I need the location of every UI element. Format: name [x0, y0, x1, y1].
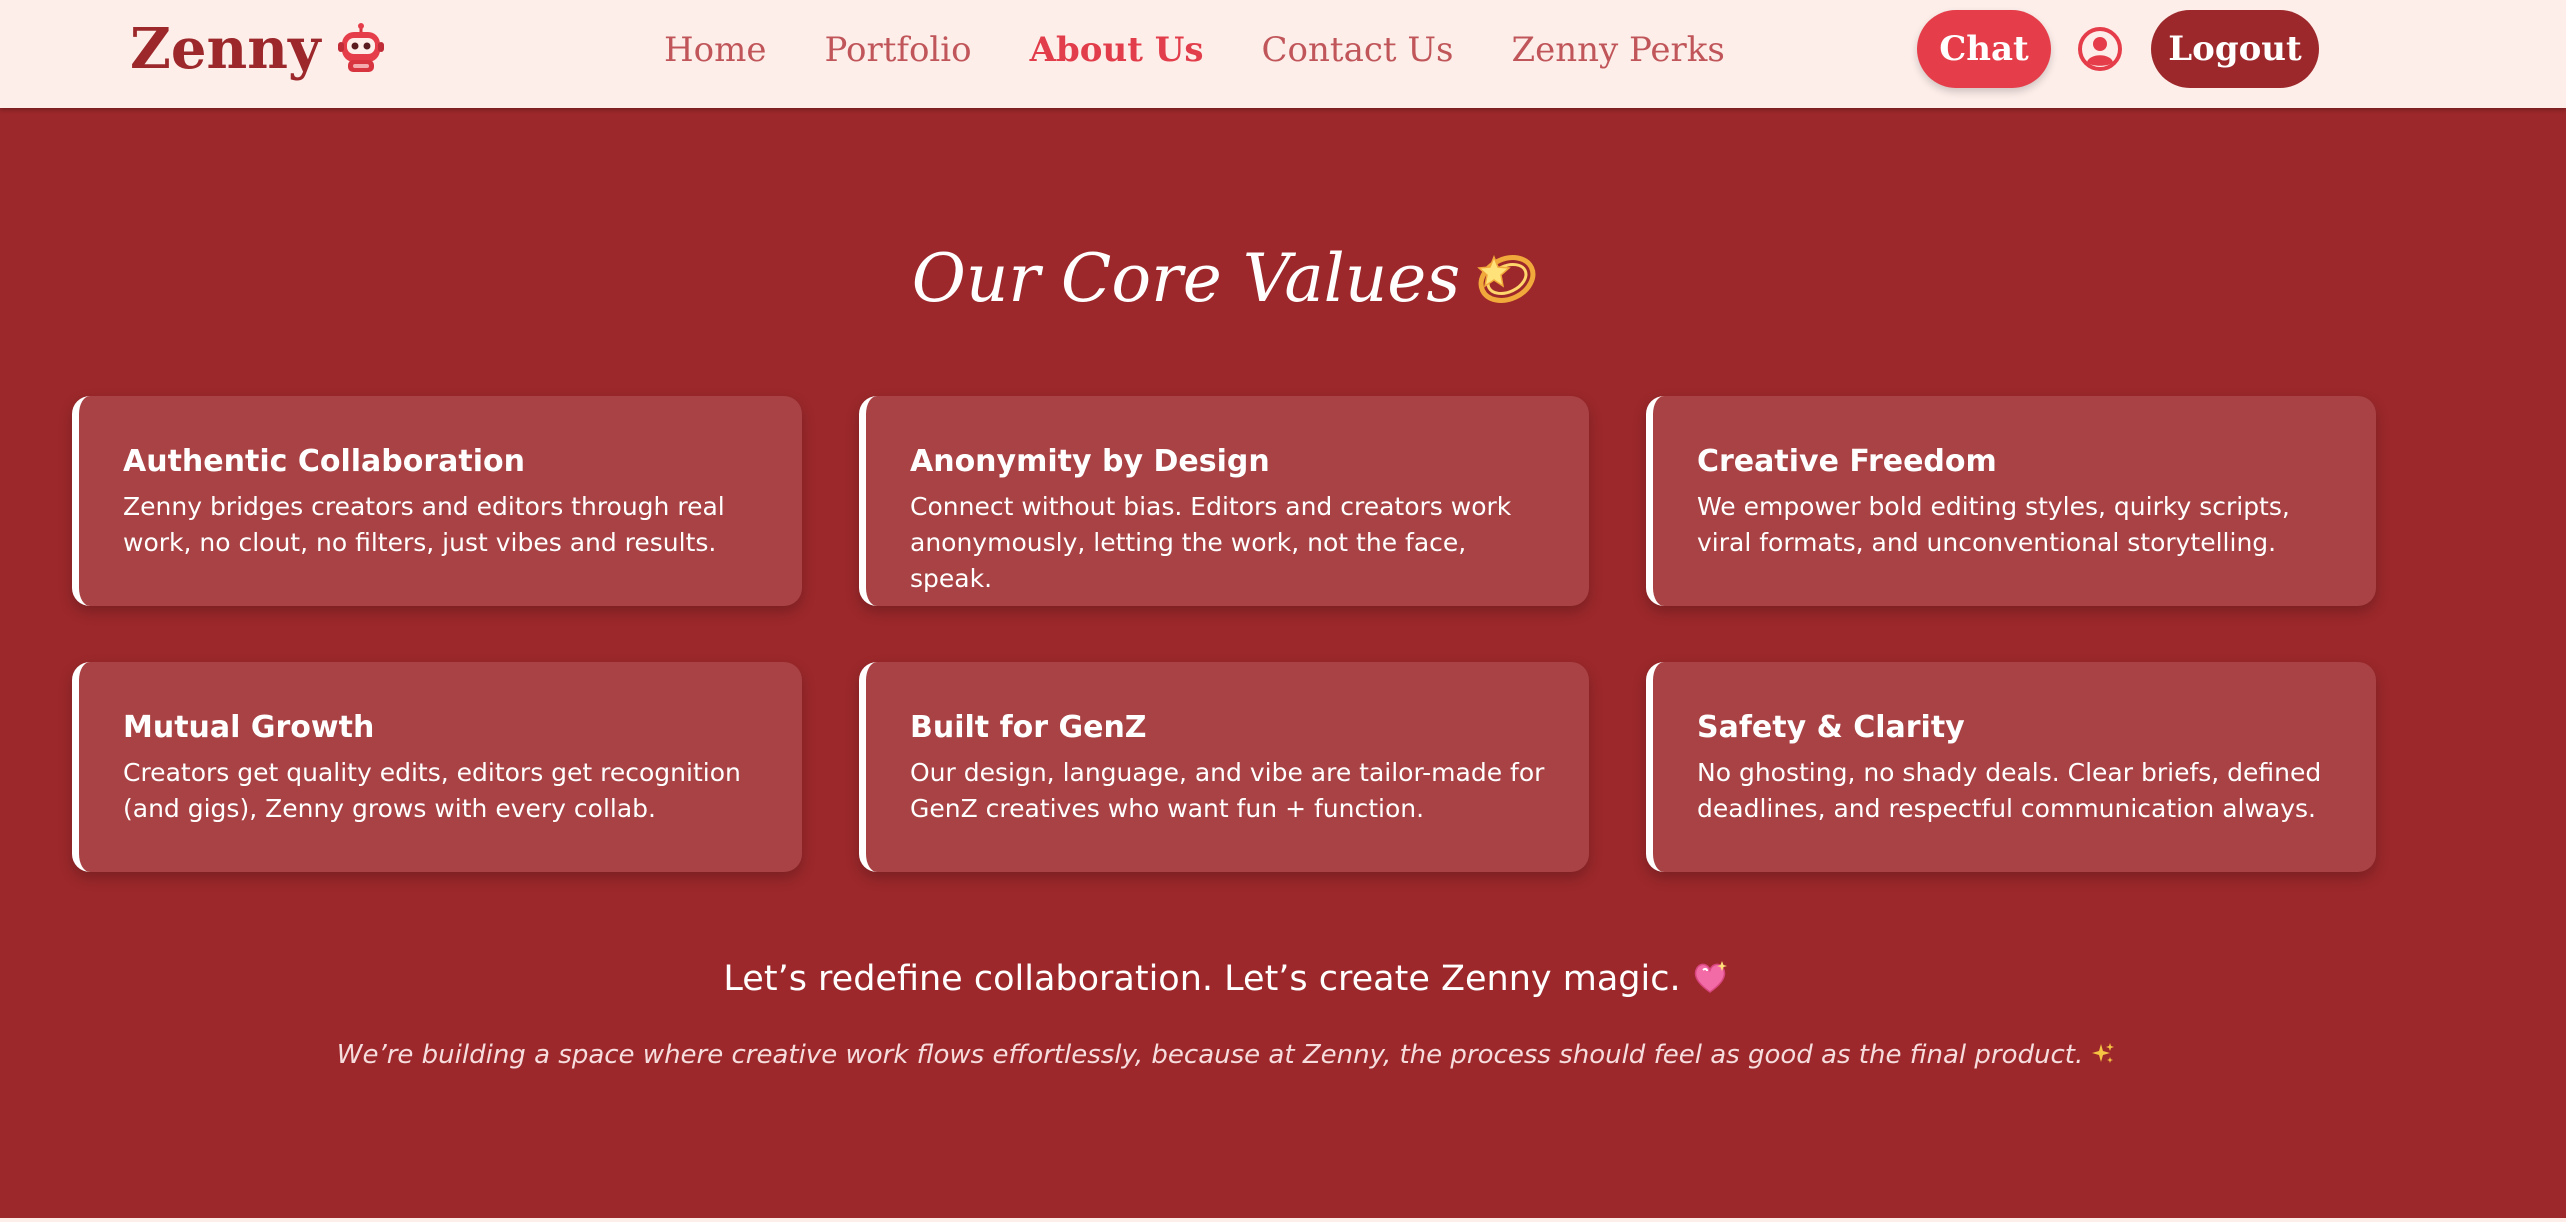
value-card-safety-clarity: Safety & Clarity No ghosting, no shady d… — [1646, 662, 2376, 872]
footer-edge — [0, 1218, 2566, 1222]
card-title: Anonymity by Design — [910, 444, 1270, 479]
value-card-built-for-genz: Built for GenZ Our design, language, and… — [859, 662, 1589, 872]
sparkling-heart-icon — [1691, 958, 1729, 996]
value-card-mutual-growth: Mutual Growth Creators get quality edits… — [72, 662, 802, 872]
card-title: Creative Freedom — [1697, 444, 1997, 479]
card-title: Authentic Collaboration — [123, 444, 525, 479]
card-title: Safety & Clarity — [1697, 710, 1965, 745]
section-title-text: Our Core Values — [911, 240, 1461, 317]
nav-home[interactable]: Home — [664, 30, 766, 70]
card-text: Creators get quality edits, editors get … — [123, 758, 741, 823]
value-card-anonymity-by-design: Anonymity by Design Connect without bias… — [859, 396, 1589, 606]
card-text: Zenny bridges creators and editors throu… — [123, 492, 725, 557]
tagline: Let’s redefine collaboration. Let’s crea… — [0, 958, 2452, 999]
dizzy-star-icon — [1474, 243, 1540, 309]
card-text: We empower bold editing styles, quirky s… — [1697, 492, 2290, 557]
subtext: We’re building a space where creative wo… — [0, 1040, 2452, 1070]
subtext-text: We’re building a space where creative wo… — [336, 1040, 2084, 1070]
brand-logo[interactable]: Zenny — [130, 14, 386, 84]
values-grid: Authentic Collaboration Zenny bridges cr… — [72, 396, 2376, 872]
nav-portfolio[interactable]: Portfolio — [824, 30, 971, 70]
top-navbar: Zenny Home Portfolio About Us Contact Us… — [0, 0, 2566, 108]
brand-name: Zenny — [130, 16, 321, 82]
value-card-authentic-collaboration: Authentic Collaboration Zenny bridges cr… — [72, 396, 802, 606]
robot-mascot-icon — [336, 23, 386, 75]
nav-about-us[interactable]: About Us — [1030, 30, 1204, 70]
main-nav: Home Portfolio About Us Contact Us Zenny… — [664, 22, 1725, 78]
card-title: Built for GenZ — [910, 710, 1147, 745]
logout-button[interactable]: Logout — [2151, 10, 2319, 88]
nav-contact-us[interactable]: Contact Us — [1262, 30, 1454, 70]
card-text: Our design, language, and vibe are tailo… — [910, 758, 1545, 823]
value-card-creative-freedom: Creative Freedom We empower bold editing… — [1646, 396, 2376, 606]
card-title: Mutual Growth — [123, 710, 375, 745]
tagline-text: Let’s redefine collaboration. Let’s crea… — [723, 959, 1681, 999]
user-circle-icon[interactable] — [2078, 27, 2122, 71]
card-text: Connect without bias. Editors and creato… — [910, 492, 1512, 593]
section-title: Our Core Values — [0, 240, 2452, 317]
sparkles-icon — [2091, 1042, 2115, 1066]
nav-zenny-perks[interactable]: Zenny Perks — [1511, 30, 1724, 70]
chat-button[interactable]: Chat — [1917, 10, 2051, 88]
card-text: No ghosting, no shady deals. Clear brief… — [1697, 758, 2322, 823]
